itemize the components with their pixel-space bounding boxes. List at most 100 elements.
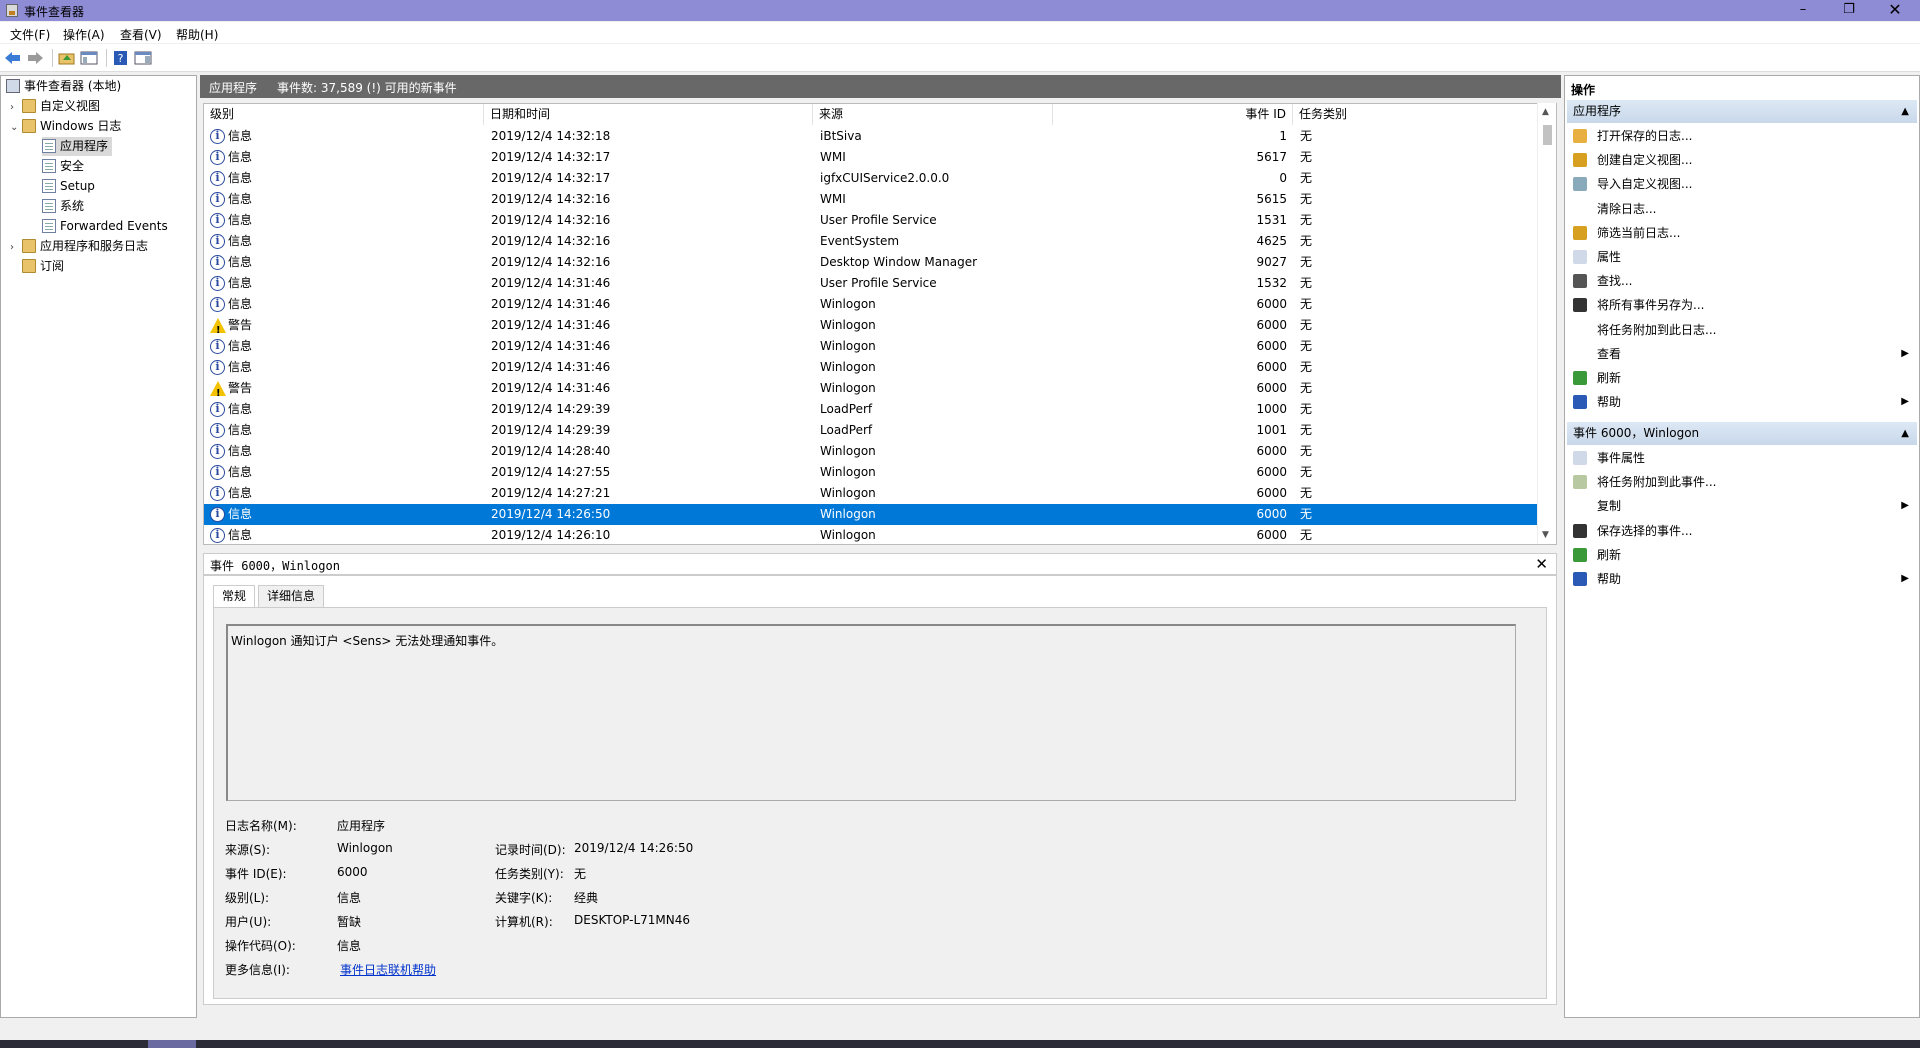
- tree-windows-logs[interactable]: ⌄ Windows 日志: [10, 117, 121, 136]
- table-row[interactable]: i 信息 2019/12/4 14:32:16 Desktop Window Mana…: [204, 252, 1538, 273]
- table-row[interactable]: i 信息 2019/12/4 14:32:16 WMI 5615 无: [204, 189, 1538, 210]
- table-row[interactable]: i 信息 2019/12/4 14:32:18 iBtSiva 1 无: [204, 126, 1538, 147]
- actions-title: 操作: [1571, 83, 1596, 97]
- table-row[interactable]: i 信息 2019/12/4 14:32:16 User Profile Servic…: [204, 210, 1538, 231]
- action-item[interactable]: 将任务附加到此事件...: [1567, 470, 1917, 494]
- action-item[interactable]: 刷新: [1567, 543, 1917, 567]
- tree-log-system[interactable]: 系统: [42, 197, 84, 216]
- table-row[interactable]: i 信息 2019/12/4 14:32:16 EventSystem 4625 无: [204, 231, 1538, 252]
- scroll-thumb[interactable]: [1543, 125, 1552, 145]
- table-row[interactable]: i 信息 2019/12/4 14:31:46 Winlogon 6000 无: [204, 336, 1538, 357]
- cell-source: Winlogon: [820, 465, 876, 479]
- tree-root[interactable]: 事件查看器 (本地): [6, 77, 121, 96]
- cell-source: Winlogon: [820, 318, 876, 332]
- up-folder-icon[interactable]: [58, 50, 76, 66]
- tree-custom-views[interactable]: › 自定义视图: [10, 97, 100, 116]
- minimize-button[interactable]: –: [1780, 0, 1826, 21]
- tree-log-setup[interactable]: Setup: [42, 177, 95, 196]
- table-row[interactable]: i 信息 2019/12/4 14:26:50 Winlogon 6000 无: [204, 504, 1538, 525]
- close-detail-icon[interactable]: ✕: [1535, 555, 1548, 573]
- column-header-event-id[interactable]: 事件 ID: [1053, 104, 1293, 125]
- info-icon: i: [210, 423, 225, 438]
- show-action-pane-icon[interactable]: [134, 50, 152, 66]
- action-item[interactable]: 查看 ▶: [1567, 342, 1917, 366]
- table-row[interactable]: 警告 2019/12/4 14:31:46 Winlogon 6000 无: [204, 378, 1538, 404]
- table-row[interactable]: i 信息 2019/12/4 14:31:46 User Profile Servic…: [204, 273, 1538, 294]
- tree-log-application[interactable]: 应用程序: [42, 137, 113, 156]
- action-item[interactable]: 筛选当前日志...: [1567, 221, 1917, 245]
- action-item[interactable]: 将任务附加到此日志...: [1567, 318, 1917, 342]
- tree-log-security[interactable]: 安全: [42, 157, 84, 176]
- tree-subscriptions[interactable]: 订阅: [22, 257, 64, 276]
- action-item[interactable]: 刷新: [1567, 366, 1917, 390]
- table-row[interactable]: i 信息 2019/12/4 14:31:46 Winlogon 6000 无: [204, 294, 1538, 315]
- forward-arrow-icon[interactable]: [26, 50, 44, 66]
- cell-source: User Profile Service: [820, 276, 937, 290]
- event-grid: 级别 日期和时间 来源 事件 ID 任务类别 i 信息 2019/12/4 14:3…: [203, 103, 1557, 545]
- cell-task: 无: [1300, 423, 1313, 437]
- back-arrow-icon[interactable]: [4, 50, 22, 66]
- tree-log-forwarded[interactable]: Forwarded Events: [42, 217, 168, 236]
- action-item[interactable]: 打开保存的日志...: [1567, 124, 1917, 148]
- action-item[interactable]: 属性: [1567, 245, 1917, 269]
- collapse-chevron-icon[interactable]: ▲: [1901, 422, 1909, 445]
- scroll-up-arrow-icon[interactable]: ▲: [1542, 107, 1549, 117]
- show-hide-tree-icon[interactable]: [80, 50, 98, 66]
- action-label: 事件属性: [1597, 451, 1646, 465]
- action-item[interactable]: 帮助 ▶: [1567, 390, 1917, 414]
- menu-view[interactable]: 查看(V): [120, 26, 162, 43]
- tree-apps-services[interactable]: › 应用程序和服务日志: [10, 237, 148, 256]
- table-row[interactable]: i 信息 2019/12/4 14:29:39 LoadPerf 1001 无: [204, 420, 1538, 441]
- table-row[interactable]: i 信息 2019/12/4 14:29:39 LoadPerf 1000 无: [204, 399, 1538, 420]
- table-row[interactable]: 警告 2019/12/4 14:31:46 Winlogon 6000 无: [204, 315, 1538, 341]
- expand-arrow-icon[interactable]: ›: [10, 238, 22, 257]
- online-help-link[interactable]: 事件日志联机帮助: [340, 961, 436, 978]
- table-row[interactable]: i 信息 2019/12/4 14:32:17 igfxCUIService2.0.0…: [204, 168, 1538, 189]
- action-item[interactable]: 将所有事件另存为...: [1567, 293, 1917, 317]
- actions-section-application[interactable]: 应用程序 ▲: [1567, 100, 1917, 123]
- save-icon: [1573, 298, 1587, 313]
- table-row[interactable]: i 信息 2019/12/4 14:27:21 Winlogon 6000 无: [204, 483, 1538, 504]
- cell-level: 信息: [228, 528, 253, 542]
- action-item[interactable]: 清除日志...: [1567, 197, 1917, 221]
- column-header-datetime[interactable]: 日期和时间: [484, 104, 813, 125]
- table-row[interactable]: i 信息 2019/12/4 14:28:40 Winlogon 6000 无: [204, 441, 1538, 462]
- table-row[interactable]: i 信息 2019/12/4 14:26:10 Winlogon 6000 无: [204, 525, 1538, 546]
- table-row[interactable]: i 信息 2019/12/4 14:31:46 Winlogon 6000 无: [204, 357, 1538, 378]
- action-item[interactable]: 创建自定义视图...: [1567, 148, 1917, 172]
- cell-level: 信息: [228, 339, 253, 353]
- table-row[interactable]: i 信息 2019/12/4 14:27:55 Winlogon 6000 无: [204, 462, 1538, 483]
- expand-arrow-icon[interactable]: ›: [10, 98, 22, 117]
- cell-datetime: 2019/12/4 14:31:46: [491, 381, 611, 395]
- description-text: Winlogon 通知订户 <Sens> 无法处理通知事件。: [231, 634, 504, 648]
- tab-general[interactable]: 常规: [213, 585, 256, 608]
- collapse-arrow-icon[interactable]: ⌄: [10, 118, 22, 137]
- grid-scrollbar[interactable]: ▲ ▼: [1537, 103, 1556, 544]
- table-row[interactable]: i 信息 2019/12/4 14:32:17 WMI 5617 无: [204, 147, 1538, 168]
- menu-action[interactable]: 操作(A): [63, 26, 105, 43]
- column-header-source[interactable]: 来源: [813, 104, 1053, 125]
- tree-log-label: Forwarded Events: [60, 219, 168, 233]
- tab-details[interactable]: 详细信息: [258, 585, 325, 607]
- action-item[interactable]: 复制 ▶: [1567, 494, 1917, 518]
- column-header-task[interactable]: 任务类别: [1293, 104, 1538, 125]
- column-header-level[interactable]: 级别: [204, 104, 484, 125]
- cell-event-id: 6000: [1256, 465, 1287, 479]
- action-item[interactable]: 导入自定义视图...: [1567, 172, 1917, 196]
- cell-datetime: 2019/12/4 14:26:50: [491, 507, 611, 521]
- cell-event-id: 9027: [1256, 255, 1287, 269]
- help-icon[interactable]: ?: [112, 50, 130, 66]
- maximize-button[interactable]: ❐: [1826, 0, 1872, 21]
- menu-file[interactable]: 文件(F): [10, 26, 50, 43]
- action-label: 将所有事件另存为...: [1597, 298, 1705, 313]
- collapse-chevron-icon[interactable]: ▲: [1901, 100, 1909, 123]
- menu-help[interactable]: 帮助(H): [176, 26, 218, 43]
- close-button[interactable]: ✕: [1872, 0, 1918, 21]
- action-item[interactable]: 查找...: [1567, 269, 1917, 293]
- action-item[interactable]: 帮助 ▶: [1567, 567, 1917, 591]
- scroll-down-arrow-icon[interactable]: ▼: [1542, 530, 1549, 540]
- actions-section-event[interactable]: 事件 6000，Winlogon ▲: [1567, 422, 1917, 445]
- event-description[interactable]: Winlogon 通知订户 <Sens> 无法处理通知事件。: [226, 624, 1516, 801]
- action-item[interactable]: 保存选择的事件...: [1567, 519, 1917, 543]
- action-item[interactable]: 事件属性: [1567, 446, 1917, 470]
